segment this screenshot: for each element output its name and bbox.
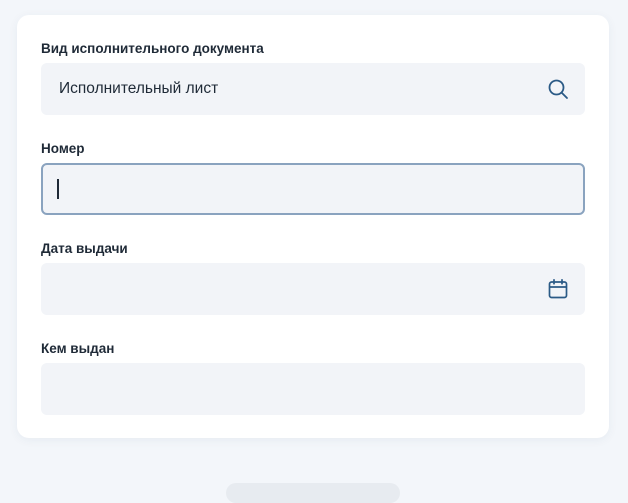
doc-type-value: Исполнительный лист — [59, 80, 219, 97]
issue-date-label: Дата выдачи — [41, 241, 128, 256]
text-cursor — [57, 179, 59, 199]
search-icon[interactable] — [547, 78, 569, 100]
doc-type-field[interactable]: Исполнительный лист — [41, 63, 585, 115]
number-input[interactable] — [41, 163, 585, 215]
bottom-button-partial[interactable] — [226, 483, 400, 503]
issued-by-input[interactable] — [41, 363, 585, 415]
issued-by-label: Кем выдан — [41, 341, 115, 356]
calendar-icon[interactable] — [547, 278, 569, 300]
number-label: Номер — [41, 141, 85, 156]
doc-type-label: Вид исполнительного документа — [41, 41, 264, 56]
document-form-card: Вид исполнительного документа Исполнител… — [17, 15, 609, 438]
issue-date-field[interactable] — [41, 263, 585, 315]
